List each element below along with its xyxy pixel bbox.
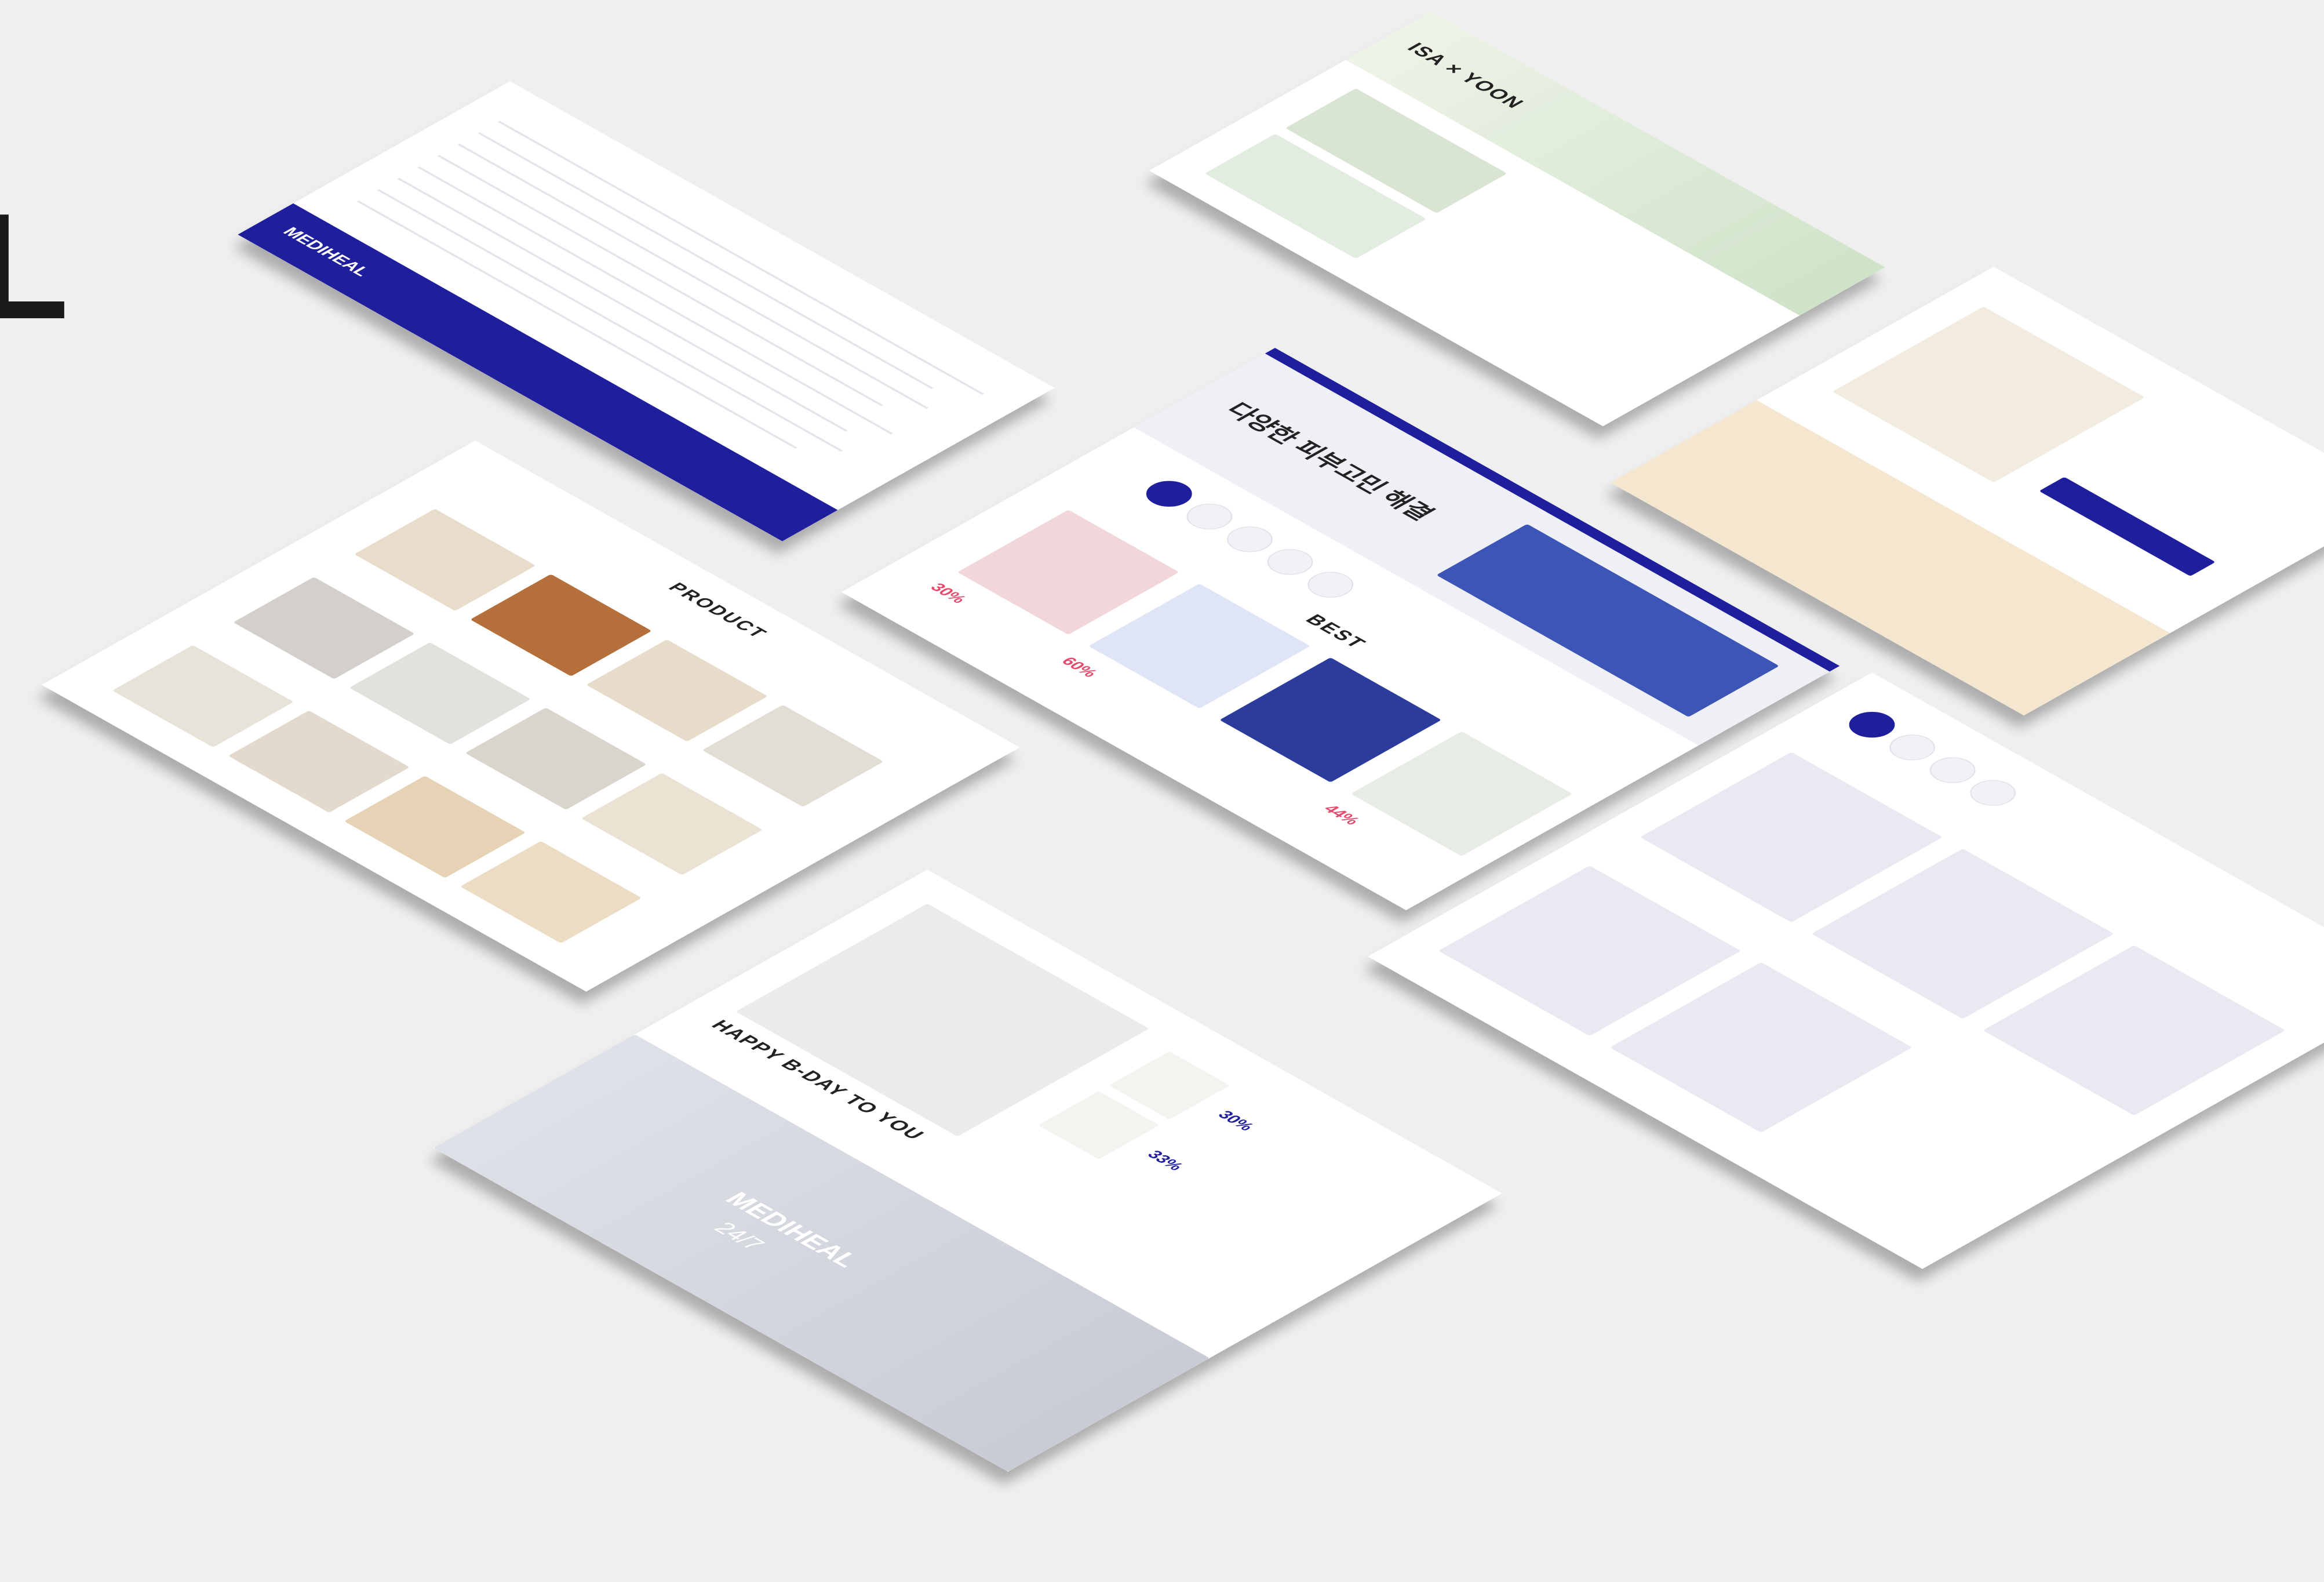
hero-headline: 다양한 피부고민 해결 xyxy=(1219,399,1440,524)
table-page-card: MEDIHEAL xyxy=(238,81,1055,541)
product-thumb[interactable] xyxy=(354,508,536,611)
product-thumb[interactable] xyxy=(349,642,531,745)
category-pill[interactable] xyxy=(1177,498,1242,535)
discount-badge: 60% xyxy=(1058,654,1102,679)
discount-badge: 33% xyxy=(1143,1148,1188,1173)
mask-pack-image xyxy=(1436,523,1779,717)
product-thumb[interactable] xyxy=(344,776,526,878)
buy-button[interactable] xyxy=(2039,477,2216,577)
product-thumb[interactable] xyxy=(228,710,410,813)
discount-badge: 30% xyxy=(1214,1108,1258,1133)
product-thumb[interactable] xyxy=(586,639,768,742)
category-pill[interactable] xyxy=(1839,706,1904,743)
brand-partial-letter: L xyxy=(0,183,69,351)
product-thumb[interactable] xyxy=(233,577,415,679)
product-thumb[interactable] xyxy=(112,645,294,748)
category-pill[interactable] xyxy=(1920,752,1985,788)
product-thumb[interactable] xyxy=(581,773,763,875)
product-thumb[interactable] xyxy=(470,574,652,677)
category-pill[interactable] xyxy=(1217,521,1283,558)
isa-yoon-title: ISA × YOON xyxy=(1402,40,1529,112)
product-thumb[interactable] xyxy=(460,841,642,944)
product-thumb[interactable] xyxy=(465,707,647,810)
discount-badge: 30% xyxy=(926,580,971,606)
product-thumb[interactable] xyxy=(702,704,884,808)
discount-badge: 44% xyxy=(1320,802,1364,827)
category-pill[interactable] xyxy=(1136,475,1201,512)
category-pill[interactable] xyxy=(1258,544,1323,580)
category-pill[interactable] xyxy=(1879,729,1945,766)
category-pill[interactable] xyxy=(1298,566,1363,603)
product-photo xyxy=(1832,306,2145,483)
category-pill[interactable] xyxy=(1961,774,2026,812)
